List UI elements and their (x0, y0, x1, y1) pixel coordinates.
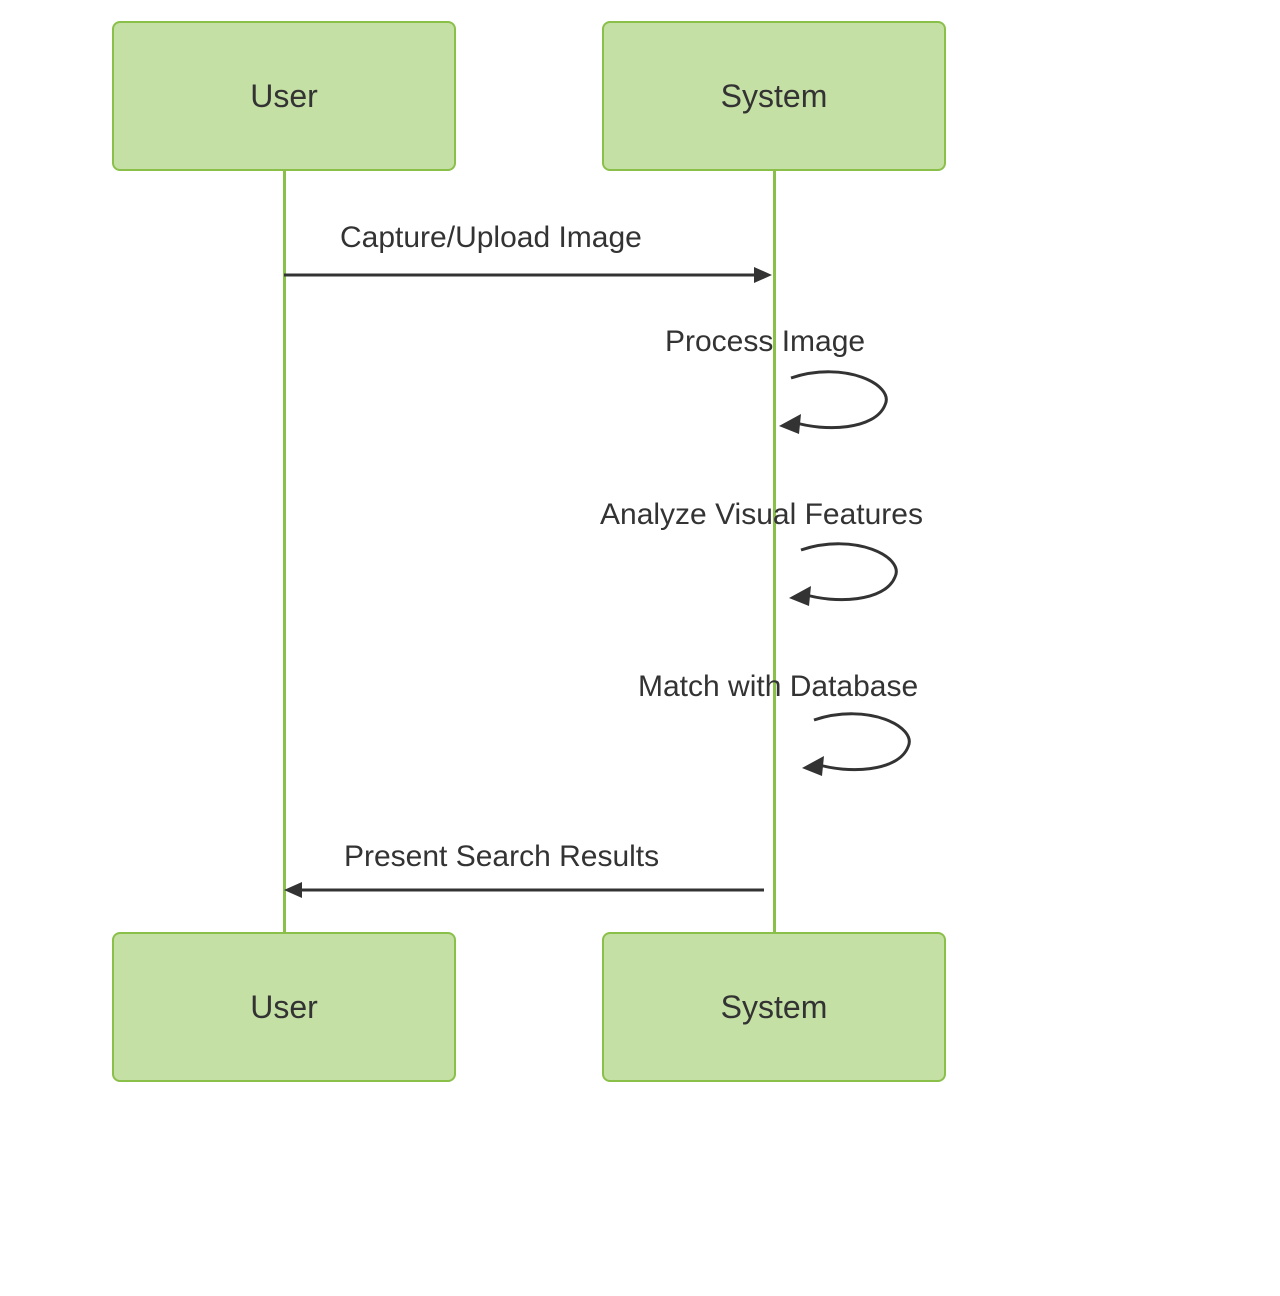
self-loop-match-database (798, 712, 928, 792)
arrow-present-results (284, 880, 774, 910)
actor-user-top: User (112, 21, 456, 171)
arrow-capture-upload (284, 265, 774, 295)
self-loop-process-image (775, 370, 905, 450)
actor-label: System (721, 78, 828, 115)
self-loop-analyze-features (785, 542, 915, 622)
message-capture-upload-label: Capture/Upload Image (340, 221, 642, 255)
message-process-image-label: Process Image (665, 325, 865, 359)
message-match-database-label: Match with Database (638, 670, 918, 704)
actor-system-top: System (602, 21, 946, 171)
actor-system-bottom: System (602, 932, 946, 1082)
message-analyze-features-label: Analyze Visual Features (600, 498, 923, 532)
actor-user-bottom: User (112, 932, 456, 1082)
actor-label: System (721, 989, 828, 1026)
message-present-results-label: Present Search Results (344, 840, 659, 874)
actor-label: User (250, 78, 318, 115)
sequence-diagram: User System User System Capture/Upload I… (0, 0, 1280, 1296)
actor-label: User (250, 989, 318, 1026)
